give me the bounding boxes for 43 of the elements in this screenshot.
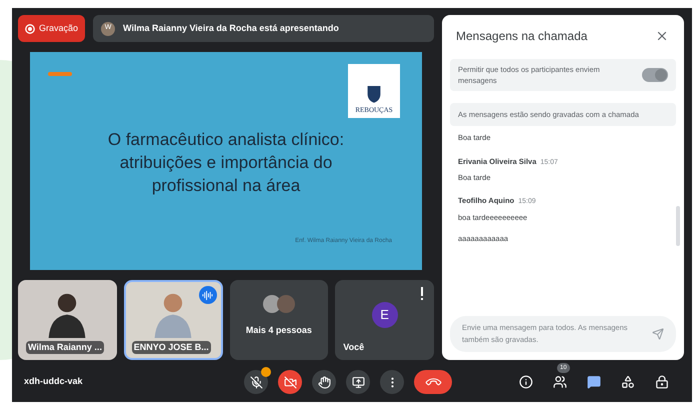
camera-button[interactable] [278,370,302,394]
present-screen-icon [352,376,364,388]
toggle-switch[interactable] [642,68,668,82]
close-icon [655,29,669,43]
participant-video-tile[interactable]: ENNYO JOSE B... [124,280,222,360]
people-button[interactable] [552,374,568,390]
hand-button[interactable] [312,370,336,394]
meeting-code: xdh-uddc-vak [24,375,84,388]
chat-icon [587,375,601,389]
group-avatars-icon [262,294,296,314]
send-icon [652,328,664,340]
participant-tile[interactable]: Mais 4 pessoas [230,280,328,360]
microphone-icon [250,376,262,388]
chat-title: Mensagens na chamada [456,28,588,45]
activities-button[interactable] [620,374,636,390]
people-icon [553,375,567,389]
present-button[interactable] [346,370,370,394]
alert-icon [420,287,424,301]
recording-label: Gravação [39,22,78,35]
hangup-button[interactable] [414,370,452,394]
participant-tile[interactable]: E Você [335,280,434,360]
presenting-text: Wilma Raianny Vieira da Rocha está apresentando [123,22,339,35]
participant-name: Wilma Raianny ... [26,340,104,354]
participant-name: Mais 4 pessoas [246,324,312,337]
hand-icon [318,376,330,388]
mic-button[interactable] [244,370,268,394]
lock-button[interactable] [654,374,670,390]
chat-button[interactable] [586,374,602,390]
speaking-indicator-icon [198,286,216,304]
more-button[interactable] [380,370,404,394]
participant-name: ENNYO JOSE B... [132,340,211,354]
participant-video-tile[interactable]: Wilma Raianny ... [18,280,117,360]
slide-header-bar [48,72,72,76]
info-icon [519,375,533,389]
info-button[interactable] [518,374,534,390]
scrollbar [676,206,680,246]
shapes-icon [621,375,635,389]
camera-off-icon [284,376,296,388]
slide-title: O farmacêutico analista clínico: atribuições e importância do profissional na área [106,129,346,197]
record-icon [25,24,35,34]
participant-name: Você [343,340,364,354]
lock-icon [655,375,669,389]
shield-icon [366,84,382,104]
